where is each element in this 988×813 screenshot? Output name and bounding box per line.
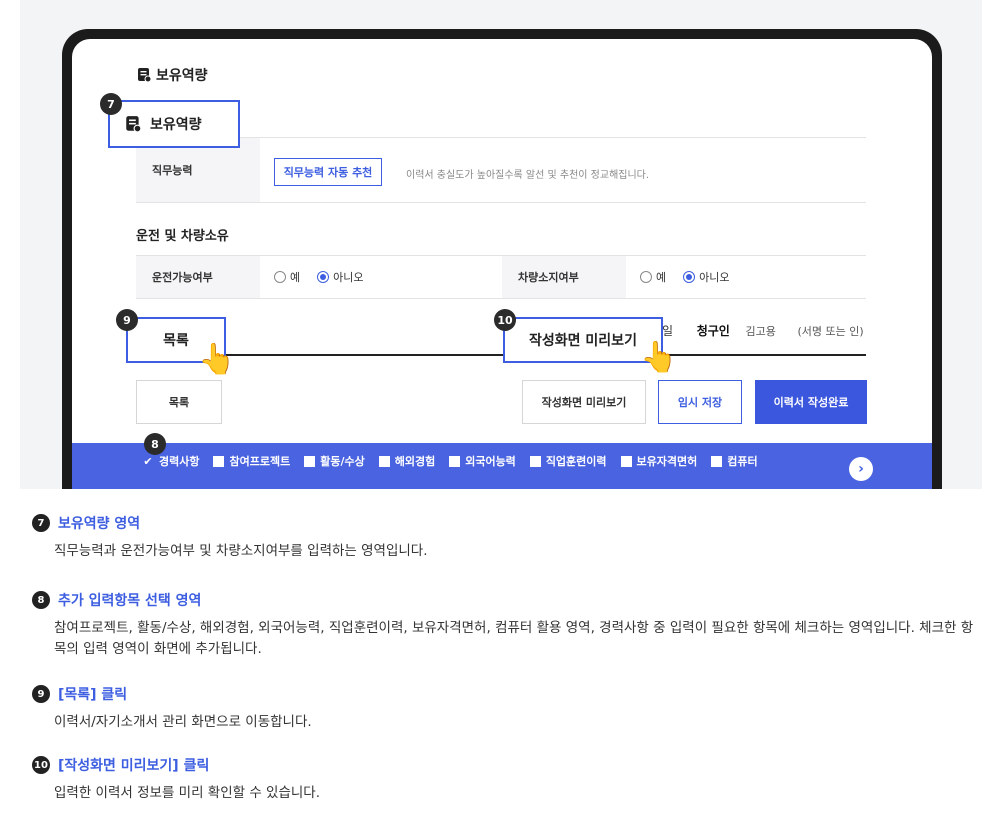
checkbox-square-icon <box>378 455 390 467</box>
checkbox-computer[interactable]: 컴퓨터 <box>711 453 758 469</box>
claimant-name: 김고용 <box>745 325 776 338</box>
sign-note: (서명 또는 인) <box>797 325 864 338</box>
document-badge-icon <box>138 68 152 83</box>
device-frame: 보유역량 직무능력 직무능력 자동 추천 이력서 충실도가 높아질수록 알선 및… <box>62 29 942 489</box>
checkmark-icon: ✔ <box>143 454 153 468</box>
checkbox-square-icon <box>304 455 316 467</box>
description-item-7: 7 보유역량 영역 직무능력과 운전가능여부 및 차량소지여부를 입력하는 영역입… <box>32 513 982 562</box>
drive-no-radio[interactable] <box>317 271 330 283</box>
desc-num: 7 <box>32 514 50 532</box>
job-skill-note: 이력서 충실도가 높아질수록 알선 및 추천이 정교해집니다. <box>406 170 650 181</box>
description-item-8: 8 추가 입력항목 선택 영역 참여프로젝트, 활동/수상, 해외경험, 외국어능… <box>32 590 982 660</box>
desc-title: 보유역량 영역 <box>58 516 141 532</box>
vehicle-owned-radio-group: 예 아니오 <box>640 269 730 285</box>
list-button[interactable]: 목록 <box>136 380 222 424</box>
temp-save-button[interactable]: 임시 저장 <box>658 380 742 424</box>
checkbox-label: 해외경험 <box>394 455 436 468</box>
chevron-right-icon[interactable]: › <box>849 457 873 481</box>
claimant-label: 청구인 <box>696 324 730 338</box>
vehicle-owned-label: 차량소지여부 <box>502 256 626 298</box>
drive-no-label: 아니오 <box>333 271 364 284</box>
checkbox-square-icon <box>620 455 632 467</box>
checkbox-overseas[interactable]: 해외경험 <box>378 453 436 469</box>
callout-retain: 보유역량 <box>108 100 240 148</box>
document-badge-icon <box>126 116 142 133</box>
badge-9: 9 <box>116 309 138 331</box>
checkbox-label: 참여프로젝트 <box>229 455 291 468</box>
checkbox-activity[interactable]: 활동/수상 <box>304 453 365 469</box>
retain-section-header: 보유역량 <box>136 65 208 85</box>
vehicle-yes-radio[interactable] <box>640 271 652 283</box>
checkbox-training[interactable]: 직업훈련이력 <box>529 453 607 469</box>
job-skill-recommend-button[interactable]: 직무능력 자동 추천 <box>274 158 382 186</box>
complete-resume-button[interactable]: 이력서 작성완료 <box>755 380 867 424</box>
preview-button[interactable]: 작성화면 미리보기 <box>522 380 646 424</box>
description-item-9: 9 [목록] 클릭 이력서/자기소개서 관리 화면으로 이동합니다. <box>32 684 982 733</box>
desc-title: [작성화면 미리보기] 클릭 <box>58 758 210 774</box>
vehicle-no-label: 아니오 <box>699 271 730 284</box>
desc-title: [목록] 클릭 <box>58 687 128 703</box>
device-screen: 보유역량 직무능력 직무능력 자동 추천 이력서 충실도가 높아질수록 알선 및… <box>72 39 932 489</box>
desc-num: 9 <box>32 685 50 703</box>
checkbox-square-icon <box>213 455 225 467</box>
desc-body: 참여프로젝트, 활동/수상, 해외경험, 외국어능력, 직업훈련이력, 보유자격… <box>54 620 974 657</box>
checkbox-label: 직업훈련이력 <box>545 455 607 468</box>
callout-retain-title: 보유역량 <box>150 117 202 133</box>
checkbox-square-icon <box>529 455 541 467</box>
checkbox-license[interactable]: 보유자격면허 <box>620 453 698 469</box>
description-item-10: 10 [작성화면 미리보기] 클릭 입력한 이력서 정보를 미리 확인할 수 있습… <box>32 755 982 804</box>
checkbox-label: 활동/수상 <box>320 455 365 468</box>
checkbox-square-icon <box>711 455 723 467</box>
retain-section-title: 보유역량 <box>156 68 208 84</box>
vehicle-yes-label: 예 <box>656 271 667 284</box>
desc-body: 이력서/자기소개서 관리 화면으로 이동합니다. <box>54 714 312 730</box>
divider <box>136 298 866 299</box>
checkbox-label: 경력사항 <box>159 455 200 468</box>
checkbox-label: 외국어능력 <box>465 455 516 468</box>
divider <box>136 202 866 203</box>
desc-num: 10 <box>32 756 50 774</box>
callout-preview: 작성화면 미리보기 <box>503 317 663 363</box>
badge-7: 7 <box>100 93 122 115</box>
driving-section-title: 운전 및 차량소유 <box>136 229 229 244</box>
desc-body: 직무능력과 운전가능여부 및 차량소지여부를 입력하는 영역입니다. <box>54 543 428 559</box>
desc-num: 8 <box>32 591 50 609</box>
checkbox-label: 보유자격면허 <box>636 455 698 468</box>
signature-line: 일 청구인 김고용 (서명 또는 인) <box>662 322 864 339</box>
pointing-hand-icon: 👆 <box>640 340 678 375</box>
badge-8: 8 <box>144 433 166 455</box>
desc-body: 입력한 이력서 정보를 미리 확인할 수 있습니다. <box>54 785 321 801</box>
checkbox-square-icon <box>449 455 461 467</box>
signature-divider <box>136 354 866 356</box>
screenshot-area: 보유역량 직무능력 직무능력 자동 추천 이력서 충실도가 높아질수록 알선 및… <box>20 0 982 489</box>
vehicle-no-radio[interactable] <box>683 271 696 283</box>
checkbox-language[interactable]: 외국어능력 <box>449 453 516 469</box>
additional-items-checklist: ✔ 경력사항 참여프로젝트 활동/수상 해외경험 외국어능력 직업훈련이력 보유자… <box>142 453 772 469</box>
date-day-suffix: 일 <box>662 324 674 338</box>
drive-ability-radio-group: 예 아니오 <box>274 269 364 285</box>
checkbox-project[interactable]: 참여프로젝트 <box>213 453 290 469</box>
pointing-hand-icon: 👆 <box>198 342 236 377</box>
drive-yes-label: 예 <box>290 271 301 284</box>
desc-title: 추가 입력항목 선택 영역 <box>58 593 202 609</box>
checkbox-career[interactable]: ✔ 경력사항 <box>142 453 199 469</box>
checkbox-label: 컴퓨터 <box>727 455 758 468</box>
badge-10: 10 <box>494 309 516 331</box>
drive-ability-label: 운전가능여부 <box>136 256 260 298</box>
drive-yes-radio[interactable] <box>274 271 286 283</box>
